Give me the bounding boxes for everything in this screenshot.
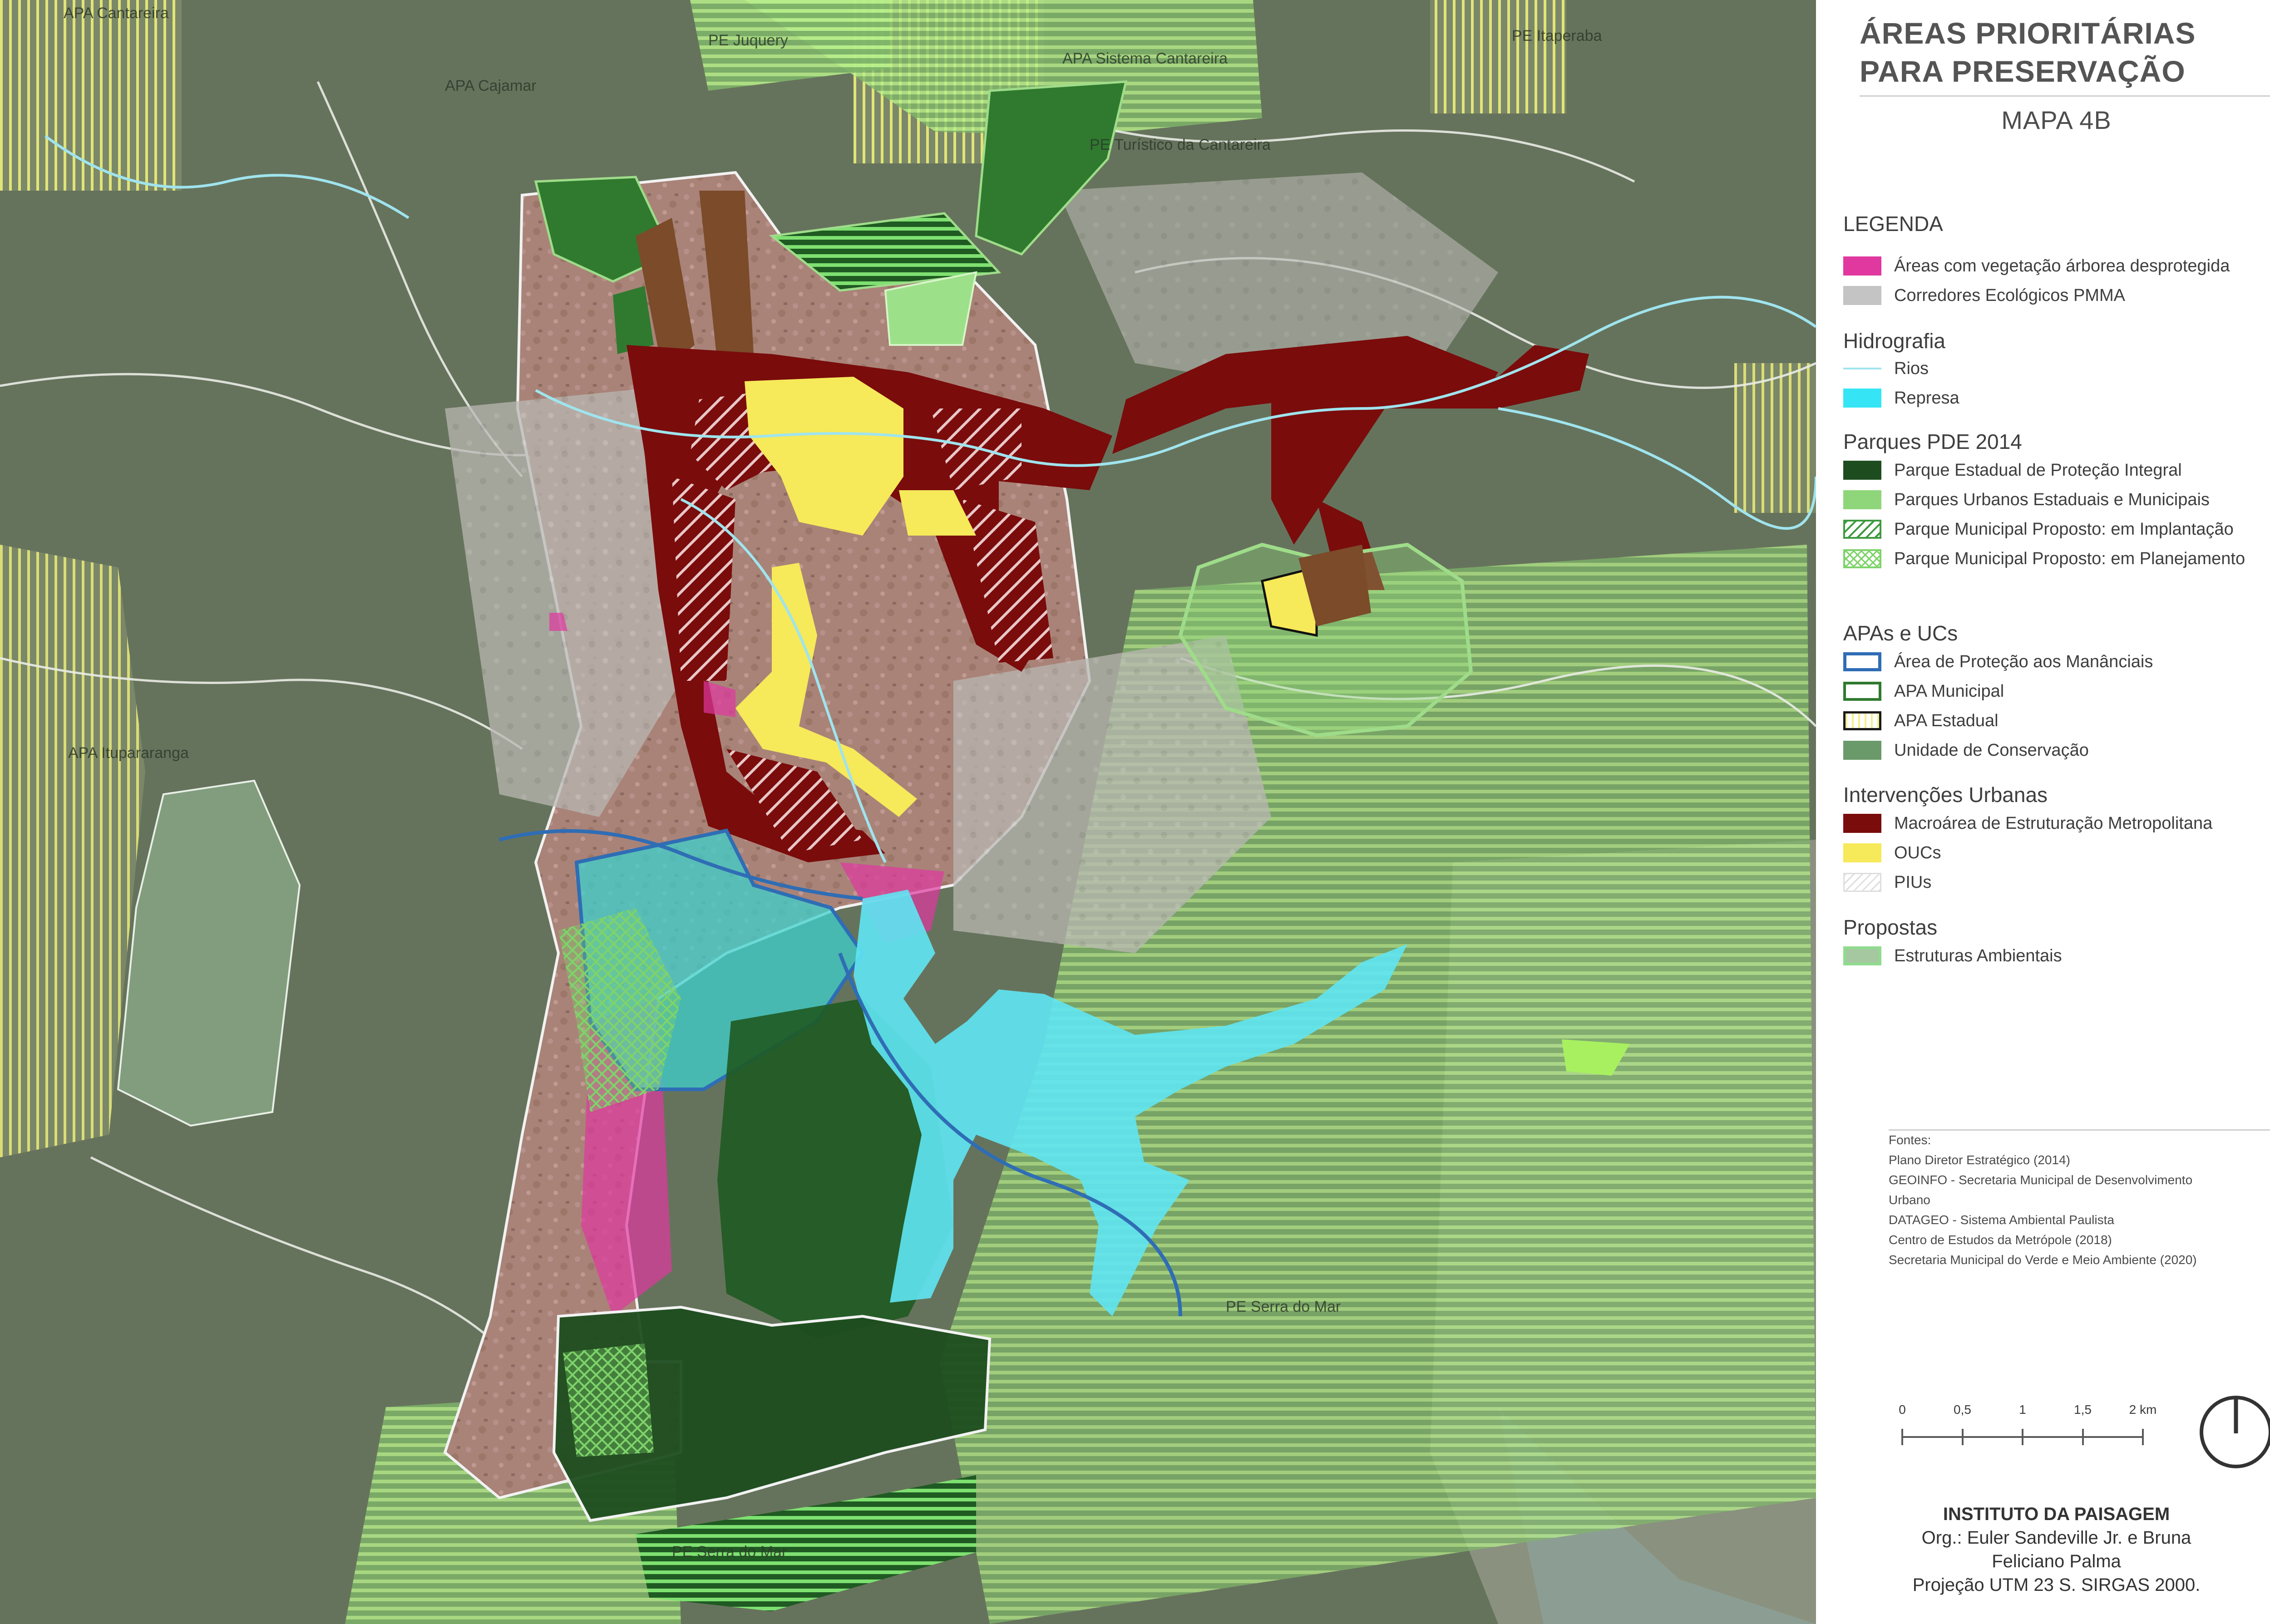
swatch-pius	[1843, 873, 1881, 892]
legend-label: Parque Municipal Proposto: em Implantaçã…	[1894, 519, 2234, 539]
credits-block: INSTITUTO DA PAISAGEM Org.: Euler Sandev…	[1816, 1502, 2270, 1597]
source-line: GEOINFO - Secretaria Municipal de Desenv…	[1889, 1173, 2193, 1187]
swatch-park-planning	[1843, 549, 1881, 568]
swatch-oucs	[1843, 843, 1881, 862]
legend-item-pius: PIUs	[1843, 871, 1931, 894]
legend-item-state-park: Parque Estadual de Proteção Integral	[1843, 458, 2182, 482]
legend-item-macroarea: Macroárea de Estruturação Metropolitana	[1843, 812, 2212, 835]
legend-label: Unidade de Conservação	[1894, 740, 2089, 760]
legend-item-apa-estadual: APA Estadual	[1843, 709, 1999, 733]
legend-label: Parque Municipal Proposto: em Planejamen…	[1894, 549, 2245, 568]
organizers-line: Feliciano Palma	[1992, 1551, 2121, 1571]
map-title-line1: ÁREAS PRIORITÁRIAS	[1860, 16, 2196, 50]
legend-label: Estruturas Ambientais	[1894, 946, 2062, 965]
legend-label: Parque Estadual de Proteção Integral	[1894, 460, 2182, 480]
swatch-urban-parks	[1843, 490, 1881, 509]
legend-item-apa-municipal: APA Municipal	[1843, 679, 2004, 703]
legend-heading: LEGENDA	[1843, 212, 1943, 236]
legend-section-proposals: Propostas	[1843, 915, 1938, 939]
swatch-apa-municipal	[1843, 682, 1881, 701]
scale-tick-label: 0	[1899, 1403, 1906, 1417]
legend-label: Corredores Ecológicos PMMA	[1894, 285, 2125, 305]
scale-tick	[2082, 1429, 2084, 1445]
map-canvas[interactable]: APA Cantareira PE Juquery APA Sistema Ca…	[0, 0, 1816, 1624]
label-pe-serra-do-mar-south: PE Serra do Mar	[672, 1543, 787, 1560]
scale-tick-label: 1,5	[2074, 1403, 2092, 1417]
label-pe-serra-do-mar-east: PE Serra do Mar	[1226, 1298, 1341, 1315]
label-pe-itaperaba: PE Itaperaba	[1512, 27, 1602, 44]
north-arrow-icon	[2197, 1393, 2270, 1471]
legend-label: APA Estadual	[1894, 711, 1999, 730]
swatch-reservoir	[1843, 389, 1881, 408]
sources-block: Fontes: Plano Diretor Estratégico (2014)…	[1889, 1130, 2270, 1270]
scale-tick	[1961, 1429, 1964, 1445]
source-line: Urbano	[1889, 1193, 1930, 1207]
legend-label: Áreas com vegetação árborea desprotegida	[1894, 256, 2230, 276]
park-planned-serra	[563, 1343, 654, 1457]
apa-cantareira-area	[0, 0, 182, 191]
scale-tick	[2022, 1429, 2023, 1445]
label-apa-itupararanga: APA Itupararanga	[68, 744, 189, 762]
swatch-state-park	[1843, 461, 1881, 480]
scale-tick-label: 1	[2019, 1403, 2026, 1417]
legend-item-ecological-corridors: Corredores Ecológicos PMMA	[1843, 284, 2125, 307]
swatch-unprotected-vegetation	[1843, 256, 1881, 276]
source-line: DATAGEO - Sistema Ambiental Paulista	[1889, 1213, 2114, 1227]
legend-label: Área de Proteção aos Manânciais	[1894, 652, 2153, 671]
institute-name: INSTITUTO DA PAISAGEM	[1943, 1504, 2170, 1524]
legend-label: PIUs	[1894, 872, 1932, 892]
piu-west	[672, 477, 735, 681]
legend-panel: ÁREAS PRIORITÁRIAS PARA PRESERVAÇÃO MAPA…	[1816, 0, 2270, 1624]
legend-item-rivers: Rios	[1843, 357, 1929, 380]
legend-label: Represa	[1894, 388, 1959, 408]
swatch-conservation-unit	[1843, 741, 1881, 760]
legend-section-parks: Parques PDE 2014	[1843, 430, 2022, 453]
legend-section-apas: APAs e UCs	[1843, 621, 1958, 645]
legend-item-park-planning: Parque Municipal Proposto: em Planejamen…	[1843, 547, 2245, 571]
swatch-park-implementation	[1843, 520, 1881, 539]
scale-tick	[2142, 1429, 2144, 1445]
swatch-macroarea	[1843, 814, 1881, 833]
legend-section-urban: Intervenções Urbanas	[1843, 783, 2048, 807]
legend-item-reservoir: Represa	[1843, 386, 1959, 410]
label-pe-juquery: PE Juquery	[708, 32, 788, 49]
legend-label: APA Municipal	[1894, 681, 2004, 701]
label-pe-turistico: PE Turístico da Cantareira	[1090, 136, 1271, 153]
source-line: Centro de Estudos da Metrópole (2018)	[1889, 1233, 2112, 1247]
title-divider	[1860, 95, 2270, 97]
legend-label: Rios	[1894, 359, 1929, 378]
projection-line: Projeção UTM 23 S. SIRGAS 2000.	[1912, 1575, 2201, 1595]
legend-item-environmental-structures: Estruturas Ambientais	[1843, 944, 2062, 968]
legend-item-urban-parks: Parques Urbanos Estaduais e Municipais	[1843, 488, 2210, 512]
swatch-manancial	[1843, 652, 1881, 671]
map-number: MAPA 4B	[2001, 106, 2112, 134]
label-apa-cantareira: APA Cantareira	[64, 5, 169, 22]
scale-tick-label: 2 km	[2129, 1403, 2157, 1417]
swatch-environmental-structures	[1843, 946, 1881, 965]
legend-item-park-implementation: Parque Municipal Proposto: em Implantaçã…	[1843, 517, 2234, 541]
legend-label: OUCs	[1894, 843, 1941, 862]
swatch-apa-estadual	[1843, 711, 1881, 730]
legend-item-conservation-unit: Unidade de Conservação	[1843, 738, 2089, 762]
legend-section-hydrography: Hidrografia	[1843, 329, 1945, 353]
sources-heading: Fontes:	[1889, 1133, 1931, 1147]
legend-label: Macroárea de Estruturação Metropolitana	[1894, 813, 2213, 833]
legend-item-unprotected-vegetation: Áreas com vegetação árborea desprotegida	[1843, 254, 2230, 278]
legend-item-oucs: OUCs	[1843, 841, 1941, 865]
legend-item-manancial: Área de Proteção aos Manânciais	[1843, 650, 2153, 674]
scale-tick	[1901, 1429, 1903, 1445]
map-title-line2: PARA PRESERVAÇÃO	[1860, 54, 2186, 88]
map-view[interactable]: APA Cantareira PE Juquery APA Sistema Ca…	[0, 0, 1816, 1624]
source-line: Secretaria Municipal do Verde e Meio Amb…	[1889, 1253, 2197, 1267]
scale-tick-label: 0,5	[1954, 1403, 1971, 1417]
source-line: Plano Diretor Estratégico (2014)	[1889, 1153, 2070, 1167]
label-apa-sistema-cantareira: APA Sistema Cantareira	[1062, 50, 1228, 67]
swatch-rivers	[1843, 359, 1881, 378]
apa-east-area	[1430, 0, 1566, 113]
swatch-ecological-corridors	[1843, 286, 1881, 305]
legend-label: Parques Urbanos Estaduais e Municipais	[1894, 490, 2210, 509]
label-apa-cajamar: APA Cajamar	[445, 77, 537, 94]
scale-bar: 0 0,5 1 1,5 2 km	[1899, 1403, 2157, 1452]
organizers-line: Org.: Euler Sandeville Jr. e Bruna	[1921, 1528, 2191, 1548]
